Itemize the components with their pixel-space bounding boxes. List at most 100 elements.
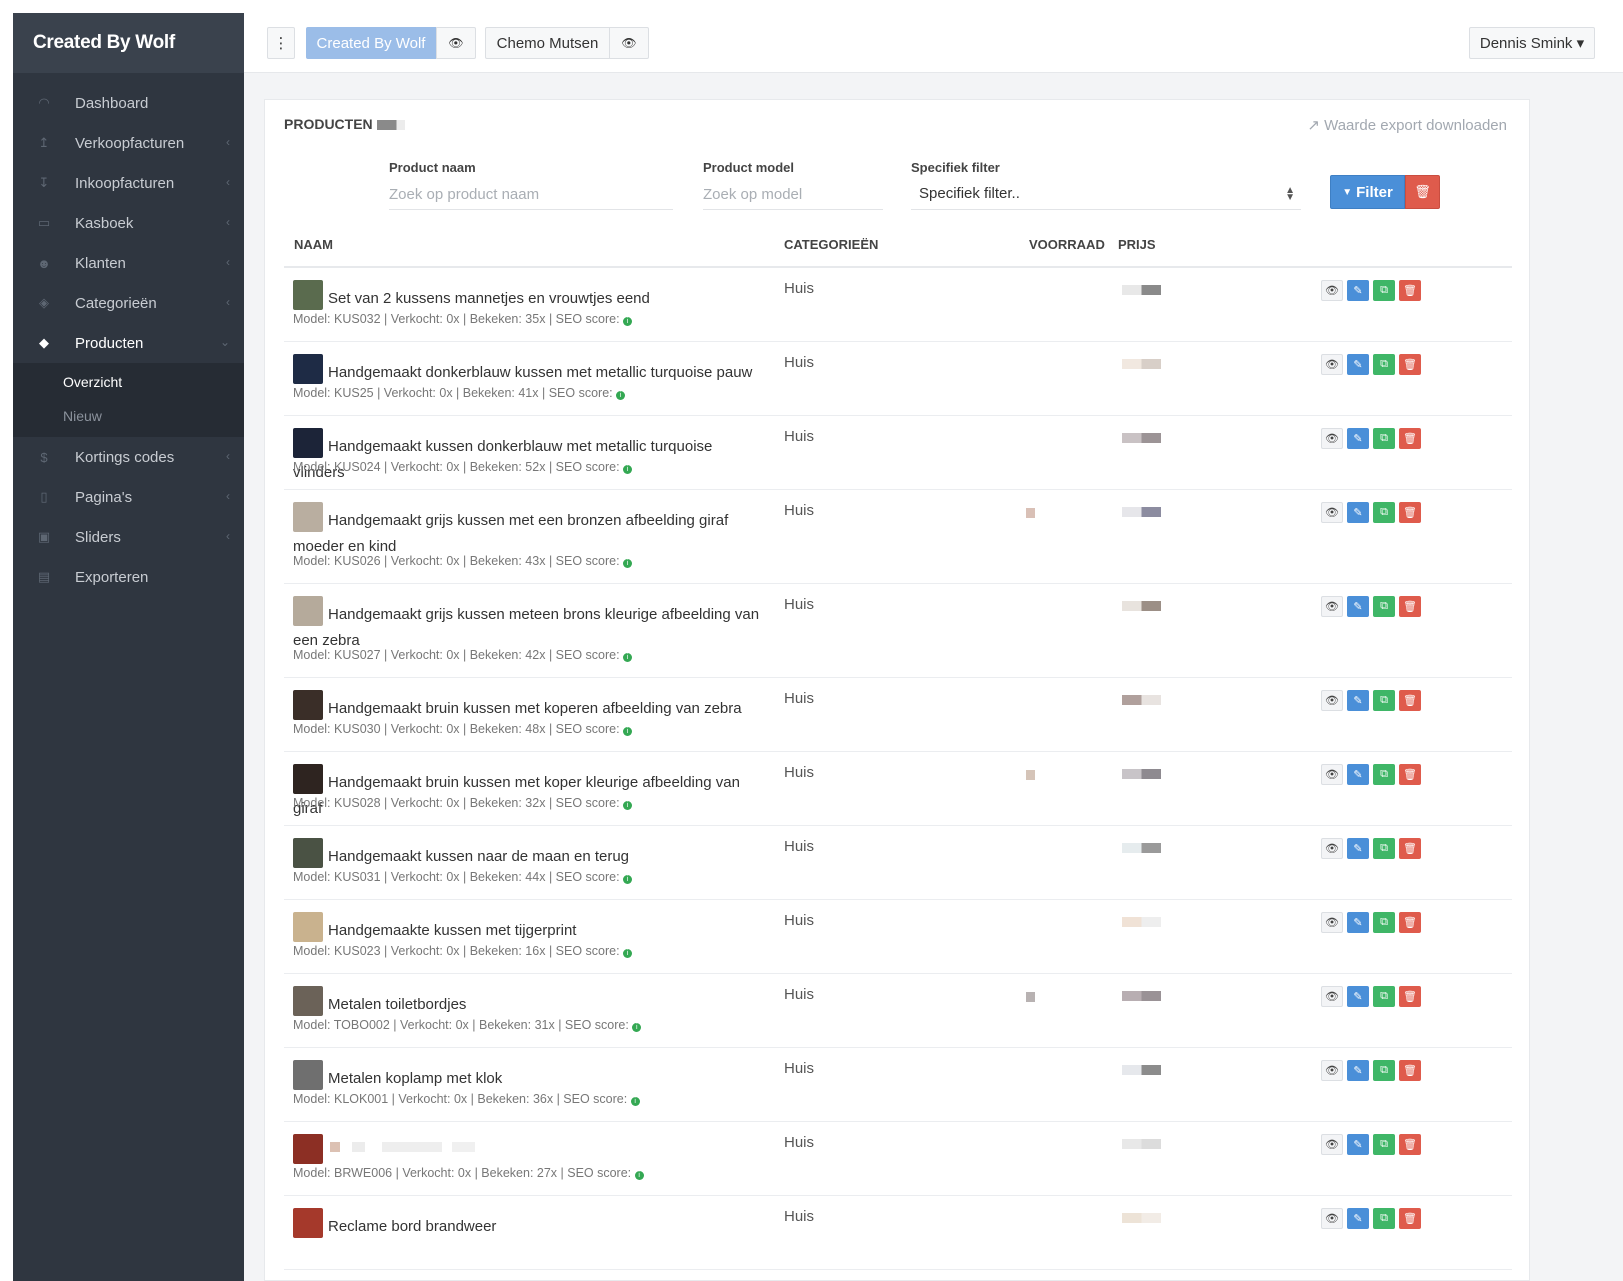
col-prijs[interactable]: PRIJS bbox=[1118, 237, 1156, 252]
product-model-input[interactable] bbox=[703, 180, 883, 210]
duplicate-button[interactable]: ⧉ bbox=[1373, 912, 1395, 933]
col-voorraad[interactable]: VOORRAAD bbox=[1029, 237, 1105, 252]
sidebar-subitem-nieuw[interactable]: Nieuw bbox=[13, 399, 244, 433]
edit-button[interactable]: ✎ bbox=[1347, 502, 1369, 523]
duplicate-button[interactable]: ⧉ bbox=[1373, 428, 1395, 449]
sidebar-item-producten[interactable]: ◆ Producten ⌄ bbox=[13, 323, 244, 363]
view-button[interactable]: 👁 bbox=[1321, 354, 1343, 375]
trash-icon: 🗑 bbox=[1403, 843, 1417, 855]
col-naam[interactable]: NAAM bbox=[294, 237, 333, 252]
edit-button[interactable]: ✎ bbox=[1347, 838, 1369, 859]
shop-switch-chemo-mutsen[interactable]: Chemo Mutsen bbox=[485, 27, 610, 59]
product-name[interactable]: Metalen koplamp met klok bbox=[293, 1066, 763, 1092]
sidebar-item-exporteren[interactable]: ▤ Exporteren bbox=[13, 557, 244, 597]
redacted-price bbox=[1122, 1065, 1161, 1075]
view-button[interactable]: 👁 bbox=[1321, 1208, 1343, 1229]
delete-button[interactable]: 🗑 bbox=[1399, 690, 1421, 711]
product-name[interactable]: Handgemaakt grijs kussen meteen brons kl… bbox=[293, 602, 763, 654]
sidebar-item-kasboek[interactable]: ▭ Kasboek ‹ bbox=[13, 203, 244, 243]
delete-button[interactable]: 🗑 bbox=[1399, 280, 1421, 301]
product-name[interactable]: Handgemaakt donkerblauw kussen met metal… bbox=[293, 360, 763, 386]
product-name[interactable]: Metalen toiletbordjes bbox=[293, 992, 763, 1018]
view-button[interactable]: 👁 bbox=[1321, 502, 1343, 523]
filter-button[interactable]: ▼ Filter bbox=[1330, 175, 1405, 209]
sidebar-item-kortings-codes[interactable]: $ Kortings codes ‹ bbox=[13, 437, 244, 477]
col-categorieen[interactable]: CATEGORIEËN bbox=[784, 237, 878, 252]
delete-button[interactable]: 🗑 bbox=[1399, 596, 1421, 617]
view-button[interactable]: 👁 bbox=[1321, 428, 1343, 449]
duplicate-button[interactable]: ⧉ bbox=[1373, 596, 1395, 617]
view-button[interactable]: 👁 bbox=[1321, 764, 1343, 785]
duplicate-button[interactable]: ⧉ bbox=[1373, 690, 1395, 711]
duplicate-button[interactable]: ⧉ bbox=[1373, 502, 1395, 523]
duplicate-button[interactable]: ⧉ bbox=[1373, 280, 1395, 301]
edit-button[interactable]: ✎ bbox=[1347, 764, 1369, 785]
view-button[interactable]: 👁 bbox=[1321, 690, 1343, 711]
table-row: Model: BRWE006 | Verkocht: 0x | Bekeken:… bbox=[284, 1122, 1512, 1196]
view-button[interactable]: 👁 bbox=[1321, 1134, 1343, 1155]
eye-icon: 👁 bbox=[1325, 991, 1339, 1003]
view-button[interactable]: 👁 bbox=[1321, 838, 1343, 859]
delete-button[interactable]: 🗑 bbox=[1399, 428, 1421, 449]
delete-button[interactable]: 🗑 bbox=[1399, 764, 1421, 785]
edit-button[interactable]: ✎ bbox=[1347, 354, 1369, 375]
duplicate-button[interactable]: ⧉ bbox=[1373, 1134, 1395, 1155]
edit-button[interactable]: ✎ bbox=[1347, 1134, 1369, 1155]
edit-button[interactable]: ✎ bbox=[1347, 280, 1369, 301]
view-button[interactable]: 👁 bbox=[1321, 596, 1343, 617]
edit-button[interactable]: ✎ bbox=[1347, 428, 1369, 449]
more-menu-button[interactable]: ⋮ bbox=[267, 27, 295, 59]
edit-button[interactable]: ✎ bbox=[1347, 690, 1369, 711]
shop-switch-created-by-wolf[interactable]: Created By Wolf bbox=[306, 27, 436, 59]
edit-button[interactable]: ✎ bbox=[1347, 986, 1369, 1007]
product-thumbnail[interactable] bbox=[293, 1134, 323, 1164]
product-name[interactable]: Set van 2 kussens mannetjes en vrouwtjes… bbox=[293, 286, 763, 312]
duplicate-button[interactable]: ⧉ bbox=[1373, 1208, 1395, 1229]
seo-score-icon: i bbox=[616, 391, 626, 400]
sidebar-item-categorieen[interactable]: ◈ Categorieën ‹ bbox=[13, 283, 244, 323]
product-name[interactable]: Handgemaakt bruin kussen met koperen afb… bbox=[293, 696, 763, 722]
user-menu-button[interactable]: Dennis Smink ▾ bbox=[1469, 27, 1595, 59]
view-shop-button[interactable]: 👁 bbox=[436, 27, 476, 59]
delete-button[interactable]: 🗑 bbox=[1399, 1134, 1421, 1155]
duplicate-button[interactable]: ⧉ bbox=[1373, 838, 1395, 859]
delete-button[interactable]: 🗑 bbox=[1399, 502, 1421, 523]
delete-button[interactable]: 🗑 bbox=[1399, 1208, 1421, 1229]
view-shop-button[interactable]: 👁 bbox=[609, 27, 649, 59]
edit-button[interactable]: ✎ bbox=[1347, 596, 1369, 617]
delete-button[interactable]: 🗑 bbox=[1399, 838, 1421, 859]
sidebar-item-dashboard[interactable]: ◠ Dashboard bbox=[13, 83, 244, 123]
delete-button[interactable]: 🗑 bbox=[1399, 986, 1421, 1007]
product-name-input[interactable] bbox=[389, 180, 673, 210]
delete-button[interactable]: 🗑 bbox=[1399, 354, 1421, 375]
edit-button[interactable]: ✎ bbox=[1347, 912, 1369, 933]
product-name[interactable]: Handgemaakt kussen naar de maan en terug bbox=[293, 844, 763, 870]
edit-button[interactable]: ✎ bbox=[1347, 1060, 1369, 1081]
clear-filter-button[interactable]: 🗑 bbox=[1405, 175, 1440, 209]
duplicate-button[interactable]: ⧉ bbox=[1373, 1060, 1395, 1081]
duplicate-button[interactable]: ⧉ bbox=[1373, 986, 1395, 1007]
product-name[interactable]: Handgemaakt grijs kussen met een bronzen… bbox=[293, 508, 763, 560]
seo-score-icon: i bbox=[623, 559, 633, 568]
sidebar-item-paginas[interactable]: ▯ Pagina's ‹ bbox=[13, 477, 244, 517]
edit-button[interactable]: ✎ bbox=[1347, 1208, 1369, 1229]
sidebar-item-verkoopfacturen[interactable]: ↥ Verkoopfacturen ‹ bbox=[13, 123, 244, 163]
duplicate-button[interactable]: ⧉ bbox=[1373, 354, 1395, 375]
sidebar-subitem-overzicht[interactable]: Overzicht bbox=[13, 365, 244, 399]
sidebar-item-sliders[interactable]: ▣ Sliders ‹ bbox=[13, 517, 244, 557]
eye-icon: 👁 bbox=[1325, 769, 1339, 781]
duplicate-button[interactable]: ⧉ bbox=[1373, 764, 1395, 785]
delete-button[interactable]: 🗑 bbox=[1399, 912, 1421, 933]
product-name[interactable]: Reclame bord brandweer bbox=[293, 1214, 763, 1240]
view-button[interactable]: 👁 bbox=[1321, 986, 1343, 1007]
delete-button[interactable]: 🗑 bbox=[1399, 1060, 1421, 1081]
view-button[interactable]: 👁 bbox=[1321, 912, 1343, 933]
export-link[interactable]: ↗ Waarde export downloaden bbox=[1307, 116, 1507, 134]
sidebar-item-klanten[interactable]: ☻ Klanten ‹ bbox=[13, 243, 244, 283]
brand-logo[interactable]: Created By Wolf bbox=[13, 13, 244, 73]
product-name[interactable]: Handgemaakte kussen met tijgerprint bbox=[293, 918, 763, 944]
view-button[interactable]: 👁 bbox=[1321, 1060, 1343, 1081]
sidebar-item-inkoopfacturen[interactable]: ↧ Inkoopfacturen ‹ bbox=[13, 163, 244, 203]
view-button[interactable]: 👁 bbox=[1321, 280, 1343, 301]
special-filter-select[interactable]: Specifiek filter.. ▲ ▼ bbox=[911, 178, 1301, 210]
